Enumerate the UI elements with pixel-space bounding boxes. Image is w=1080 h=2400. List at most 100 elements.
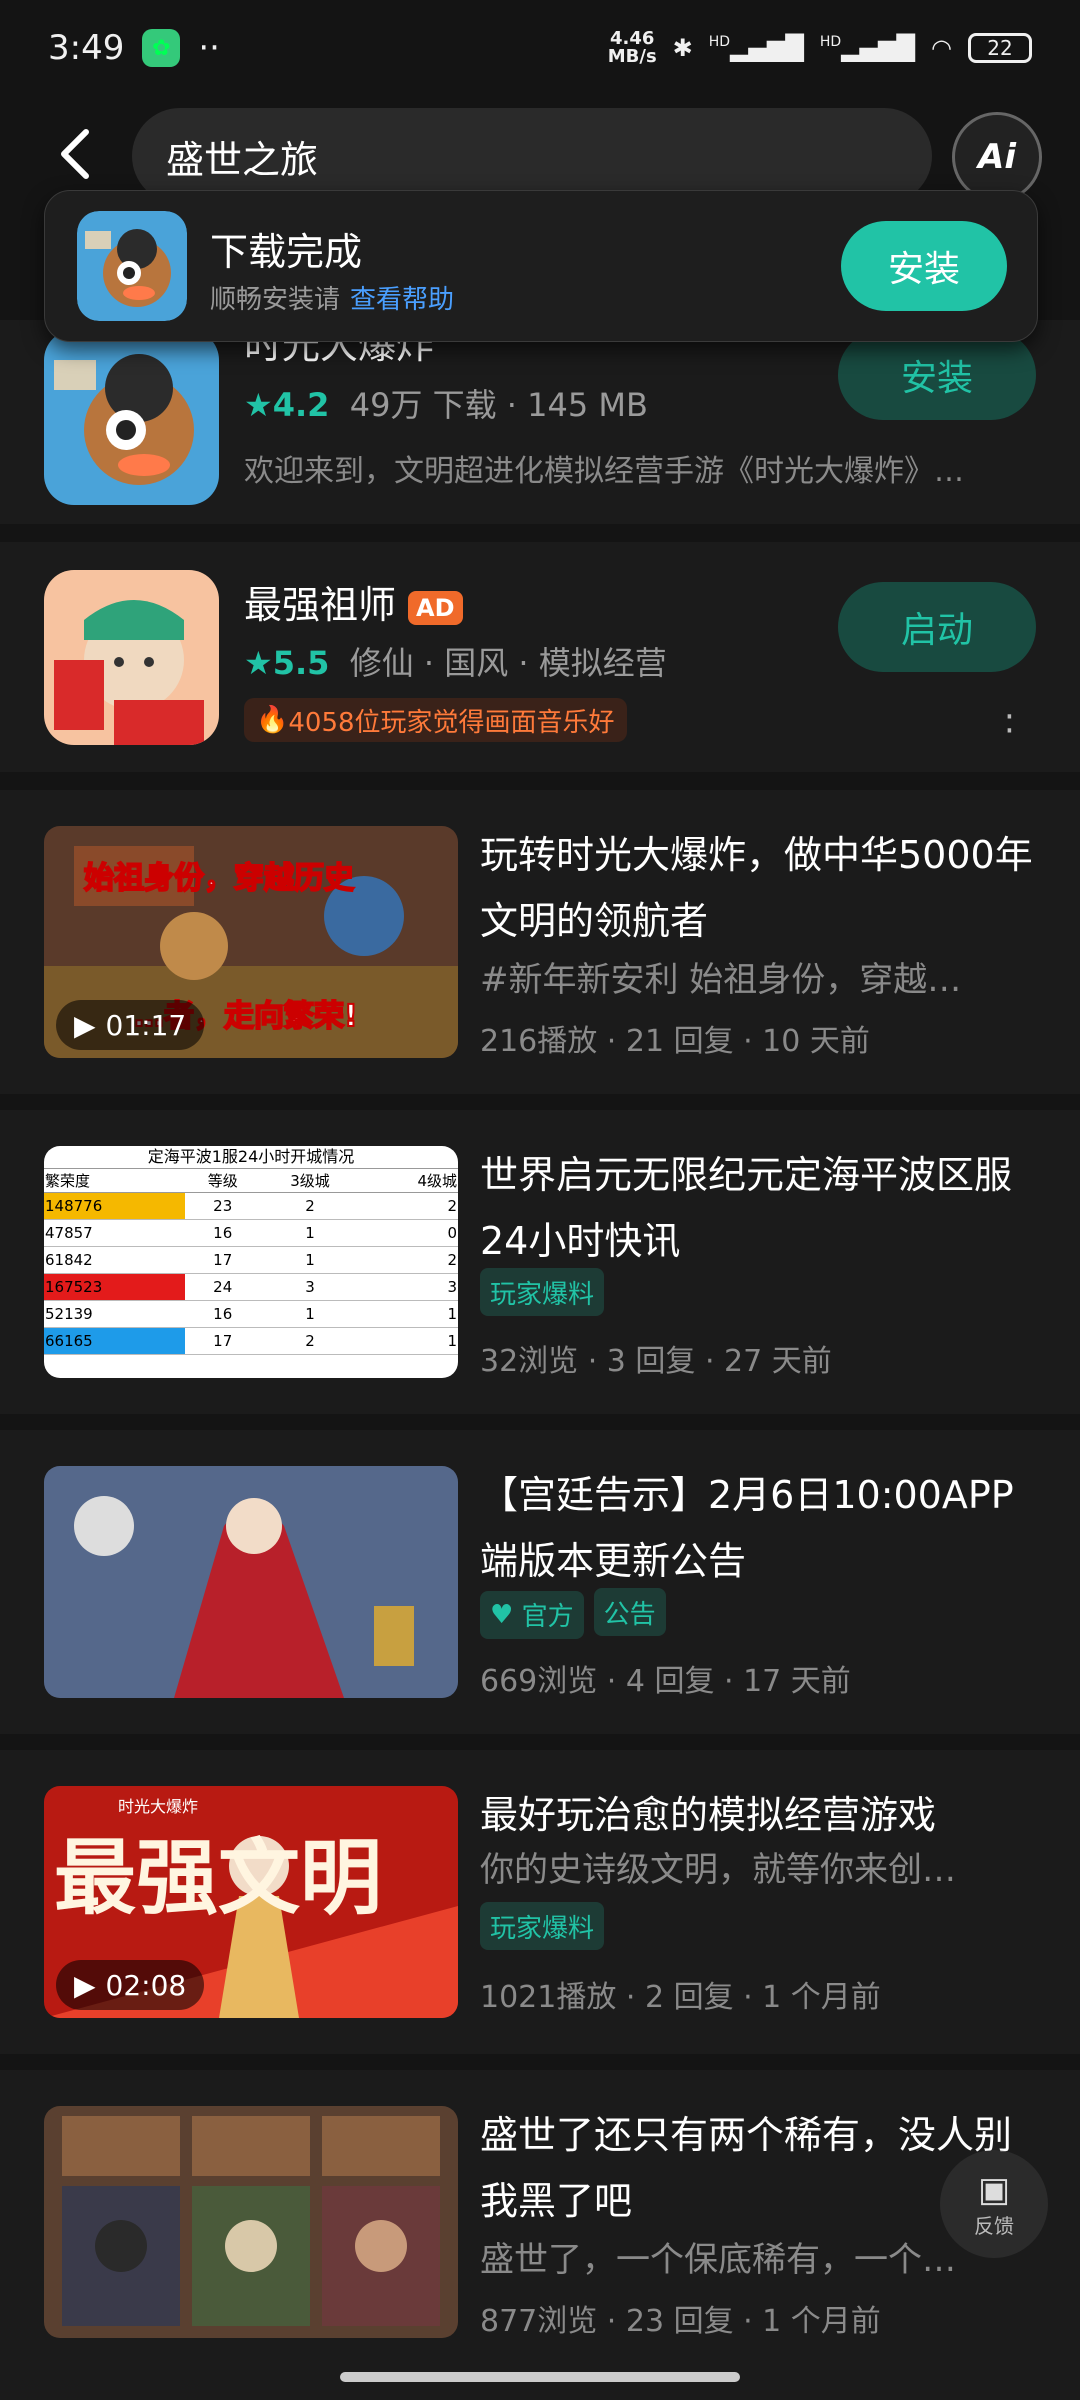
ad-badge: AD	[408, 590, 463, 625]
post-stats: 669浏览 · 4 回复 · 17 天前	[480, 1664, 851, 1699]
post-stats: 1021播放 · 2 回复 · 1 个月前	[480, 1980, 881, 2015]
wifi-icon: ◠	[931, 34, 952, 62]
video-duration: ▶ 01:17	[56, 1000, 205, 1050]
play-icon: ▶	[74, 1008, 96, 1042]
ai-assistant-button[interactable]: Ai	[952, 112, 1042, 202]
tag-announcement[interactable]: 公告	[593, 1588, 666, 1636]
post-snippet: 你的史诗级文明，就等你来创…	[480, 1850, 956, 1890]
post-title: 玩转时光大爆炸，做中华5000年文明的领航者	[480, 833, 1033, 943]
app-card[interactable]: 最强祖师 AD ★5.5 修仙 · 国风 · 模拟经营 🔥 4058位玩家觉得画面音…	[0, 542, 1080, 772]
thumb-caption-top: 始祖身份，穿越历史	[84, 861, 354, 896]
battery-icon: 22	[968, 33, 1032, 63]
status-bar: 3:49 ✿ ·· 4.46 MB/s ✱ HD▂▄▆█ HD▂▄▆█ ◠ 22	[0, 0, 1080, 96]
game-app-icon	[44, 570, 219, 745]
video-duration: ▶ 02:08	[56, 1960, 205, 2010]
signal-icon-1: HD▂▄▆█	[708, 34, 804, 62]
post-item[interactable]: 始祖身份，穿越历史 …者，走向繁荣! ▶ 01:17 玩转时光大爆炸，做中华500…	[0, 790, 1080, 1094]
feedback-icon: ▣	[977, 2169, 1011, 2210]
table-cell: 3	[260, 1273, 360, 1301]
signal-icon-2: HD▂▄▆█	[819, 34, 916, 62]
download-complete-toast: 下载完成 顺畅安装请 查看帮助 安装	[44, 190, 1038, 342]
table-cell: 148776	[44, 1192, 185, 1220]
table-cell: 23	[184, 1192, 261, 1220]
table-cell: 0	[359, 1219, 458, 1247]
game-app-icon	[44, 330, 219, 505]
table-row: 167523 24 3 3	[44, 1273, 458, 1301]
table-row: 61842 17 1 2	[44, 1246, 458, 1274]
help-link[interactable]: 查看帮助	[350, 285, 454, 315]
table-cell: 17	[184, 1327, 261, 1355]
toast-title: 下载完成	[210, 230, 363, 274]
table-cell: 52139	[44, 1300, 185, 1328]
post-stats: 32浏览 · 3 回复 · 27 天前	[480, 1344, 832, 1379]
tag-player-leak[interactable]: 玩家爆料	[480, 1268, 605, 1316]
rating: ★5.5	[244, 644, 330, 682]
rating: ★4.2	[244, 386, 330, 424]
toast-subtitle: 顺畅安装请 查看帮助	[210, 285, 455, 315]
play-icon: ▶	[74, 1968, 96, 2002]
verified-icon: ♥	[490, 1599, 514, 1630]
post-stats: 216播放 · 21 回复 · 10 天前	[480, 1024, 870, 1059]
table-cell: 16	[184, 1300, 261, 1328]
image-thumbnail[interactable]	[44, 1466, 458, 1698]
table-cell: 2	[359, 1246, 458, 1274]
tag-player-leak[interactable]: 玩家爆料	[480, 1902, 605, 1950]
table-cell: 167523	[44, 1273, 185, 1301]
back-arrow-icon[interactable]	[56, 124, 96, 198]
game-app-icon	[77, 211, 187, 321]
table-cell: 1	[359, 1300, 458, 1328]
network-speed: 4.46 MB/s	[607, 28, 657, 67]
table-cell: 66165	[44, 1327, 185, 1355]
table-cell: 3	[359, 1273, 458, 1301]
table-cell: 24	[184, 1273, 261, 1301]
post-item[interactable]: 定海平波1服24小时开城情况 繁荣度 等级 3级城 4级城 148776 23 2 2…	[0, 1110, 1080, 1414]
hot-comment: 🔥 4058位玩家觉得画面音乐好	[244, 698, 627, 742]
post-title: 【宫廷告示】2月6日10:00APP端版本更新公告	[480, 1473, 1014, 1583]
table-cell: 2	[260, 1327, 360, 1355]
table-cell: 1	[359, 1327, 458, 1355]
more-options-icon[interactable]: · ·	[1004, 700, 1015, 748]
app-description: 欢迎来到，文明超进化模拟经营手游《时光大爆炸》…	[244, 454, 964, 489]
home-indicator[interactable]	[340, 2372, 740, 2382]
table-row: 47857 16 1 0	[44, 1219, 458, 1247]
table-cell: 16	[184, 1219, 261, 1247]
post-tags: ♥ 官方 公告	[480, 1588, 676, 1639]
post-stats: 877浏览 · 23 回复 · 1 个月前	[480, 2304, 881, 2339]
app-meta: ★5.5 修仙 · 国风 · 模拟经营	[244, 644, 667, 682]
thumb-caption: 最强文明	[54, 1830, 382, 1926]
post-tags: 玩家爆料	[480, 1902, 614, 1950]
table-cell: 1	[260, 1219, 360, 1247]
post-snippet: #新年新安利 始祖身份，穿越…	[480, 960, 962, 1000]
post-tags: 玩家爆料	[480, 1268, 614, 1316]
install-button[interactable]: 安装	[838, 330, 1036, 420]
app-name: 最强祖师 AD	[244, 574, 463, 629]
feedback-button[interactable]: ▣ 反馈	[940, 2150, 1048, 2258]
table-cell: 2	[260, 1192, 360, 1220]
app-meta: ★4.2 49万 下载 · 145 MB	[244, 386, 648, 424]
table-cell: 61842	[44, 1246, 185, 1274]
table-cell: 1	[260, 1246, 360, 1274]
post-title: 最好玩治愈的模拟经营游戏	[480, 1793, 937, 1837]
launch-button[interactable]: 启动	[838, 582, 1036, 672]
table-cell: 47857	[44, 1219, 185, 1247]
table-thumbnail[interactable]: 定海平波1服24小时开城情况 繁荣度 等级 3级城 4级城 148776 23 2 2…	[44, 1146, 458, 1378]
table-row: 66165 17 2 1	[44, 1327, 458, 1355]
post-item[interactable]: 盛世了还只有两个稀有，没人别我黑了吧 盛世了，一个保底稀有，一个… 877浏览 …	[0, 2070, 1080, 2400]
post-item[interactable]: 时光大爆炸 最强文明 ▶ 02:08 最好玩治愈的模拟经营游戏 你的史诗级文明，就…	[0, 1750, 1080, 2054]
post-item[interactable]: 【宫廷告示】2月6日10:00APP端版本更新公告 ♥ 官方 公告 669浏览 ·…	[0, 1430, 1080, 1734]
image-thumbnail[interactable]	[44, 2106, 458, 2338]
flame-icon: 🔥	[256, 705, 289, 735]
table-cell: 1	[260, 1300, 360, 1328]
table-row: 52139 16 1 1	[44, 1300, 458, 1328]
notification-app-icon: ✿	[142, 29, 181, 67]
table-cell: 17	[184, 1246, 261, 1274]
toast-install-button[interactable]: 安装	[841, 221, 1007, 311]
post-title: 世界启元无限纪元定海平波区服24小时快讯	[480, 1153, 1013, 1263]
table-row: 148776 23 2 2	[44, 1192, 458, 1220]
tag-official[interactable]: ♥ 官方	[480, 1590, 584, 1639]
table-cell: 2	[359, 1192, 458, 1220]
app-card[interactable]: 时光大爆炸 ★4.2 49万 下载 · 145 MB 欢迎来到，文明超进化模拟经…	[0, 320, 1080, 524]
bluetooth-icon: ✱	[672, 34, 693, 62]
status-more-dots: ··	[198, 28, 220, 68]
thumb-game-name: 时光大爆炸	[118, 1797, 198, 1816]
